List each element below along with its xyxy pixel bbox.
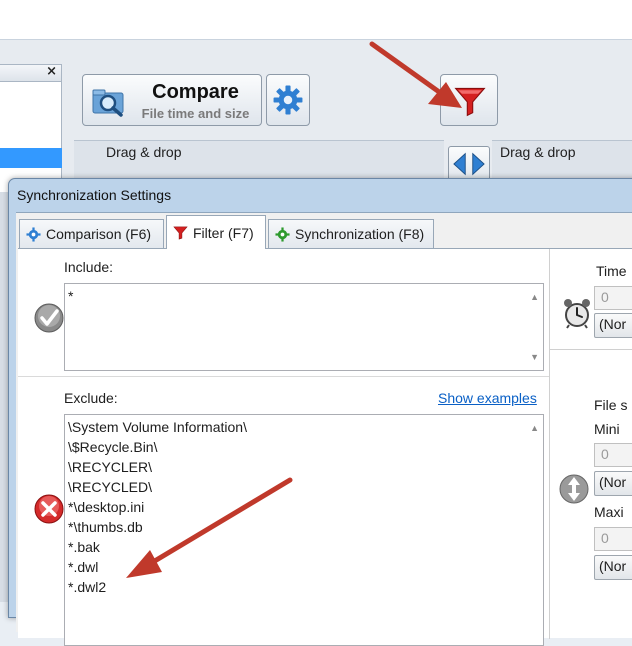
compare-button[interactable]: Compare File time and size [82,74,262,126]
right-folder-drop-area[interactable]: Drag & drop [492,140,632,180]
right-panel-divider [550,349,632,350]
panel-divider [549,249,550,639]
exclude-line: *.dwl2 [68,579,107,595]
minimum-size-input[interactable]: 0 [594,443,632,467]
exclude-line: *\desktop.ini [68,499,145,515]
left-pane-selected-row[interactable] [0,148,62,168]
tab-comparison-label: Comparison (F6) [46,226,152,242]
include-scroll-down-icon[interactable]: ▼ [530,347,539,367]
exclude-line: *.bak [68,539,100,555]
show-examples-link[interactable]: Show examples [438,390,537,406]
right-drop-label: Drag & drop [500,144,576,160]
tab-filter-label: Filter (F7) [193,224,254,241]
left-pane [0,82,62,192]
exclude-line: *.dwl [68,559,99,575]
exclude-line: \RECYCLED\ [68,479,153,495]
red-x-icon [34,494,64,524]
gear-icon [273,85,303,115]
maximum-size-input[interactable]: 0 [594,527,632,551]
exclude-textbox[interactable]: \System Volume Information\ \$Recycle.Bi… [64,414,544,646]
time-span-label: Time [596,263,627,279]
swap-sides-button[interactable] [448,146,490,182]
up-down-arrows-icon [559,474,589,504]
exclude-line: \$Recycle.Bin\ [68,439,158,455]
minimum-size-unit-select[interactable]: (Nor [594,471,632,496]
tab-synchronization-label: Synchronization (F8) [295,226,425,242]
comparison-settings-button[interactable] [266,74,310,126]
include-section: Include: * ▲ ▼ [18,249,549,377]
include-label: Include: [64,259,114,275]
gear-icon [26,226,41,242]
filter-settings-button[interactable] [440,74,498,126]
include-textbox[interactable]: * ▲ ▼ [64,283,544,371]
dialog-title: Synchronization Settings [17,187,172,203]
left-pane-header: × [0,64,62,82]
checkmark-icon [34,303,64,333]
filter-panel: Include: * ▲ ▼ Exclude: Show examples \S… [18,248,632,646]
synchronization-settings-dialog: Synchronization Settings Comparison (F6)… [8,178,632,646]
include-scroll-up-icon[interactable]: ▲ [530,287,539,307]
exclude-line: \RECYCLER\ [68,459,153,475]
dialog-content: Comparison (F6) Filter (F7) Synchronizat… [16,212,632,646]
compare-button-subtitle: File time and size [141,106,250,121]
left-drop-label: Drag & drop [106,144,182,160]
magnifier-folder-icon [92,89,124,117]
tab-comparison[interactable]: Comparison (F6) [19,219,164,248]
funnel-filter-icon [173,226,188,240]
alarm-clock-icon [564,299,590,329]
left-folder-drop-area[interactable]: Drag & drop [74,140,444,180]
maximum-size-unit-select[interactable]: (Nor [594,555,632,580]
exclude-scroll-up-icon[interactable]: ▲ [530,418,539,438]
minimum-size-label: Mini [594,421,620,437]
sync-gear-icon [275,226,290,242]
include-value: * [68,288,74,304]
main-window-titlebar [0,0,632,40]
exclude-section: Exclude: Show examples \System Volume In… [18,378,549,646]
compare-button-title: Compare [152,81,239,103]
exclude-label: Exclude: [64,390,118,406]
file-size-label: File s [594,397,628,413]
time-span-input[interactable]: 0 [594,286,632,310]
funnel-filter-icon [454,87,486,117]
maximum-size-label: Maxi [594,504,624,520]
swap-arrows-icon [453,152,485,176]
tab-synchronization[interactable]: Synchronization (F8) [268,219,434,248]
close-icon[interactable]: × [46,64,57,79]
time-span-unit-select[interactable]: (Nor [594,313,632,338]
exclude-line: \System Volume Information\ [68,419,247,435]
exclude-line: *\thumbs.db [68,519,143,535]
tab-filter[interactable]: Filter (F7) [166,215,266,249]
